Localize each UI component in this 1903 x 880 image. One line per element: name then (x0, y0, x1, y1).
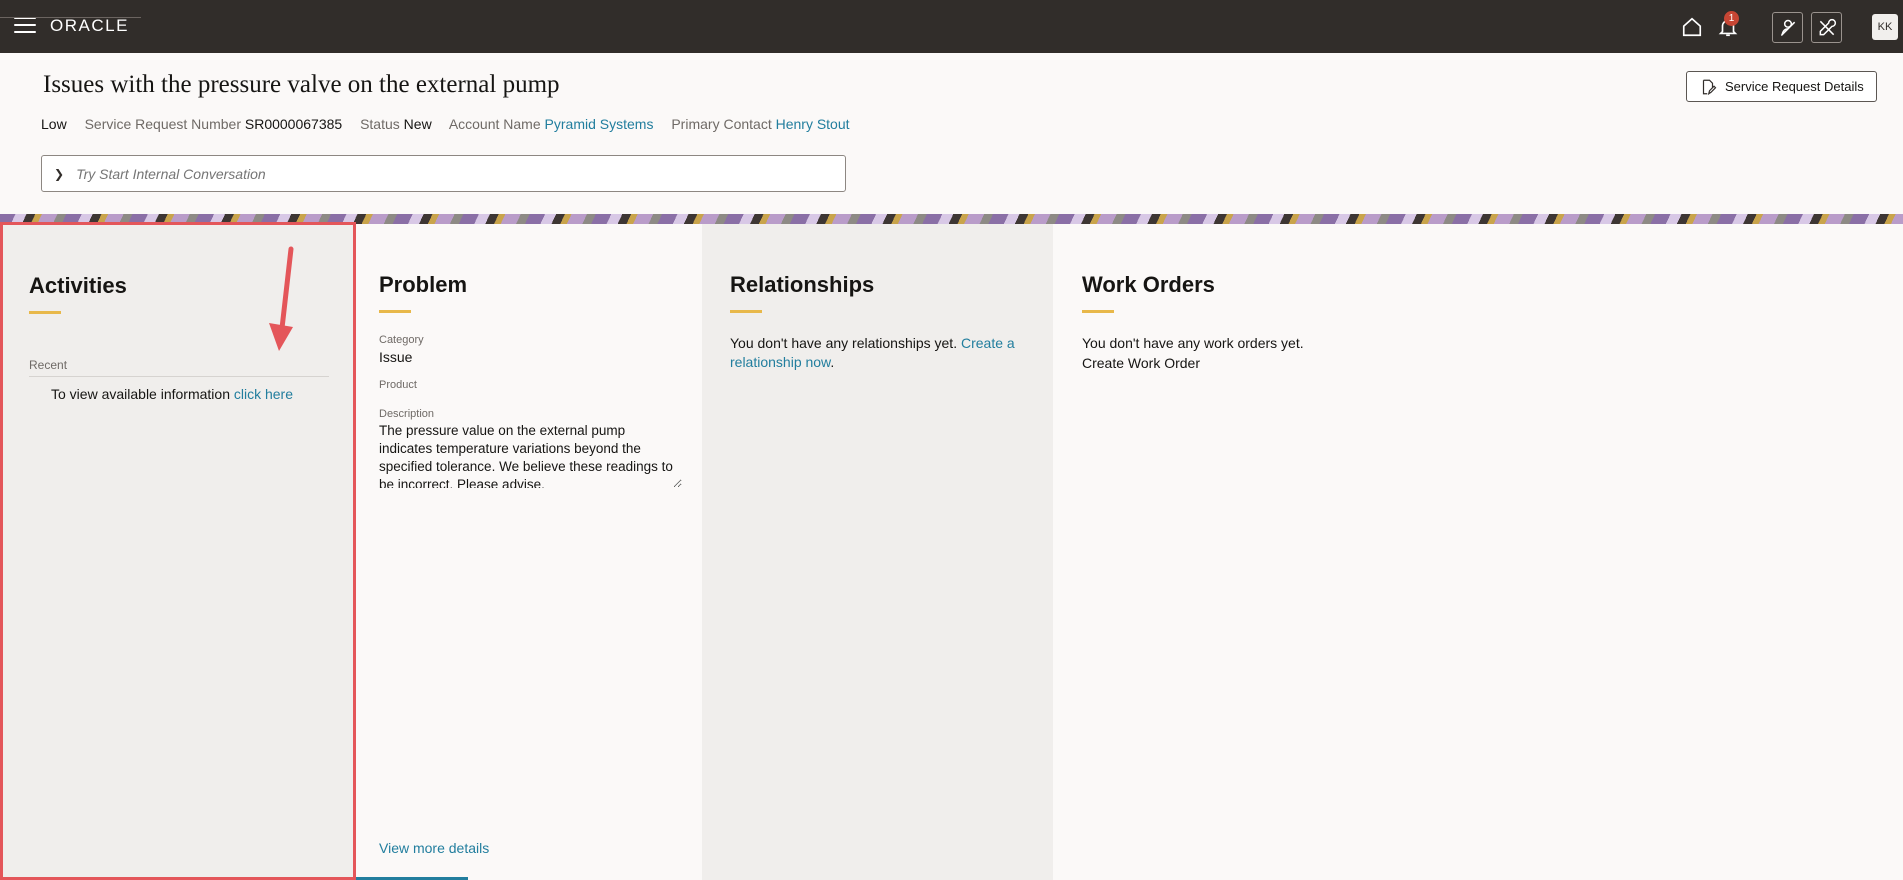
internal-conversation-box[interactable]: ❯ (41, 155, 846, 192)
relationships-empty-message: You don't have any relationships yet. Cr… (730, 334, 1030, 372)
description-text: The pressure value on the external pump … (379, 423, 673, 488)
activities-accent (29, 311, 61, 314)
work-orders-empty-message: You don't have any work orders yet. (1082, 335, 1304, 351)
notification-badge: 1 (1724, 11, 1739, 26)
recent-divider (29, 376, 329, 377)
activities-title: Activities (29, 273, 127, 298)
resize-handle-icon[interactable] (674, 482, 682, 488)
relationships-panel: Relationships You don't have any relatio… (702, 224, 1053, 880)
document-edit-icon (1702, 79, 1717, 95)
avatar[interactable]: KK (1872, 14, 1898, 40)
page-title: Issues with the pressure valve on the ex… (43, 71, 560, 98)
click-here-link[interactable]: click here (234, 386, 293, 402)
home-icon[interactable] (1677, 12, 1707, 42)
account-name-label: Account Name (448, 116, 541, 132)
top-bar: ORACLE 1 KK (0, 0, 1903, 53)
description-label: Description (379, 408, 435, 420)
activities-message: To view available information click here (51, 386, 293, 402)
category-value: Issue (379, 349, 413, 365)
oracle-logo[interactable]: ORACLE (50, 16, 129, 36)
sr-number-label: Service Request Number (84, 116, 241, 132)
status-value: New (403, 116, 432, 132)
account-name-link[interactable]: Pyramid Systems (545, 116, 654, 132)
logo-divider (0, 17, 141, 18)
activities-panel: Activities Recent To view available info… (0, 222, 356, 880)
service-request-details-button[interactable]: Service Request Details (1686, 71, 1877, 102)
description-textarea[interactable]: The pressure value on the external pump … (379, 422, 682, 488)
service-request-details-label: Service Request Details (1725, 79, 1864, 94)
work-orders-accent (1082, 310, 1114, 313)
category-label: Category (379, 334, 424, 346)
product-label: Product (379, 379, 417, 391)
problem-title: Problem (379, 272, 468, 297)
agent-tools-icon[interactable] (1772, 12, 1803, 43)
menu-icon[interactable] (14, 17, 36, 35)
create-work-order-link[interactable]: Create Work Order (1082, 354, 1200, 373)
relationships-empty-text: You don't have any relationships yet. (730, 335, 961, 351)
tools-off-icon[interactable] (1811, 12, 1842, 43)
recent-label: Recent (29, 358, 68, 372)
work-orders-panel: Work Orders You don't have any work orde… (1053, 224, 1903, 880)
relationships-empty-suffix: . (830, 354, 835, 370)
primary-contact-link[interactable]: Henry Stout (776, 116, 850, 132)
primary-contact-label: Primary Contact (671, 116, 772, 132)
work-orders-title: Work Orders (1082, 272, 1215, 297)
problem-accent (379, 310, 411, 313)
relationships-title: Relationships (730, 272, 875, 297)
activities-message-text: To view available information (51, 386, 234, 402)
request-metadata: Low Service Request Number SR0000067385 … (41, 116, 864, 132)
conversation-input[interactable] (76, 165, 837, 182)
priority-value: Low (41, 116, 67, 132)
red-arrow-annotation (269, 246, 294, 351)
relationships-accent (730, 310, 762, 313)
chevron-right-icon[interactable]: ❯ (54, 167, 64, 181)
sr-number-value: SR0000067385 (244, 116, 343, 132)
view-more-details-link[interactable]: View more details (379, 840, 489, 856)
status-label: Status (360, 116, 400, 132)
problem-panel: Problem Category Issue Product Descripti… (356, 224, 702, 880)
